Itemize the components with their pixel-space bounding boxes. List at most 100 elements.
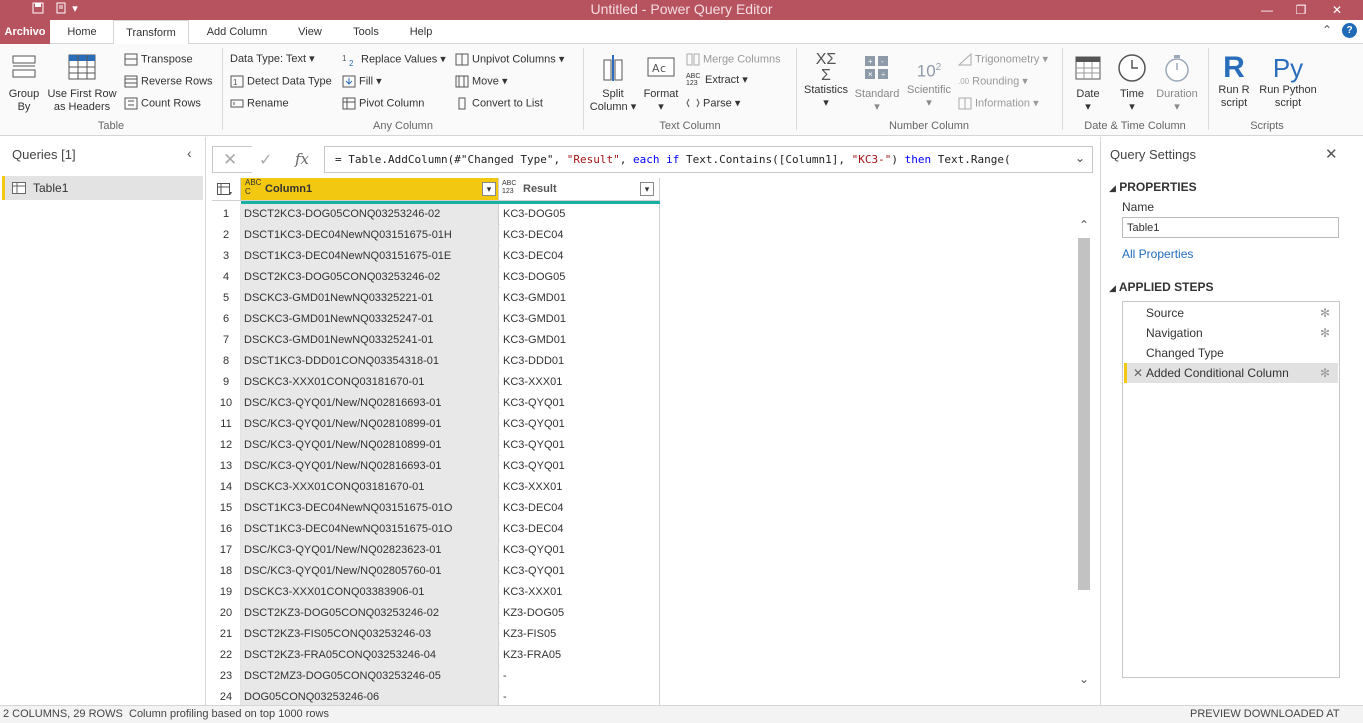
cancel-icon[interactable]: ✕ bbox=[223, 150, 237, 170]
row-number[interactable]: 22 bbox=[212, 645, 241, 666]
table-row[interactable]: 6 DSCKC3-GMD01NewNQ03325247-01 KC3-GMD01 bbox=[212, 309, 660, 330]
cell-result[interactable]: KC3-QYQ01 bbox=[500, 414, 660, 435]
table-row[interactable]: 19 DSCKC3-XXX01CONQ03383906-01 KC3-XXX01 bbox=[212, 582, 660, 603]
tab-view[interactable]: View bbox=[288, 20, 332, 44]
query-name-input[interactable] bbox=[1122, 217, 1339, 238]
scientific-button[interactable]: 102 Scientific ▾ bbox=[903, 52, 955, 110]
cell-result[interactable]: KC3-XXX01 bbox=[500, 372, 660, 393]
cell-result[interactable]: KC3-GMD01 bbox=[500, 330, 660, 351]
collapse-pane-icon[interactable]: ‹ bbox=[187, 145, 192, 161]
cell-column1[interactable]: DSCT1KC3-DEC04NewNQ03151675-01O bbox=[241, 519, 499, 540]
format-button[interactable]: Ac Format ▾ bbox=[640, 52, 682, 114]
group-by-button[interactable]: Group By bbox=[4, 52, 44, 114]
cell-result[interactable]: KC3-DOG05 bbox=[500, 204, 660, 225]
filter-dropdown-icon[interactable]: ▾ bbox=[482, 182, 496, 196]
cell-result[interactable]: KC3-QYQ01 bbox=[500, 393, 660, 414]
cell-column1[interactable]: DSCT2MZ3-DOG05CONQ03253246-05 bbox=[241, 666, 499, 687]
gear-icon[interactable]: ✻ bbox=[1320, 323, 1330, 343]
cell-result[interactable]: KC3-DEC04 bbox=[500, 225, 660, 246]
cell-result[interactable]: KC3-GMD01 bbox=[500, 309, 660, 330]
table-row[interactable]: 12 DSC/KC3-QYQ01/New/NQ02810899-01 KC3-QYQ… bbox=[212, 435, 660, 456]
table-row[interactable]: 5 DSCKC3-GMD01NewNQ03325221-01 KC3-GMD01 bbox=[212, 288, 660, 309]
formula-input[interactable]: = Table.AddColumn(#"Changed Type", "Resu… bbox=[324, 146, 1093, 173]
gear-icon[interactable]: ✻ bbox=[1320, 303, 1330, 323]
table-row[interactable]: 24 DOG05CONQ03253246-06- bbox=[212, 687, 660, 705]
row-number[interactable]: 7 bbox=[212, 330, 241, 351]
row-number[interactable]: 8 bbox=[212, 351, 241, 372]
row-number[interactable]: 23 bbox=[212, 666, 241, 687]
row-number[interactable]: 9 bbox=[212, 372, 241, 393]
cell-column1[interactable]: DSCT2KC3-DOG05CONQ03253246-02 bbox=[241, 204, 499, 225]
row-number[interactable]: 24 bbox=[212, 687, 241, 705]
cell-result[interactable]: KC3-XXX01 bbox=[500, 477, 660, 498]
properties-section[interactable]: ◢ PROPERTIES bbox=[1109, 180, 1197, 194]
cell-result[interactable]: KC3-DEC04 bbox=[500, 246, 660, 267]
cell-column1[interactable]: DSC/KC3-QYQ01/New/NQ02816693-01 bbox=[241, 456, 499, 477]
cell-result[interactable]: KZ3-DOG05 bbox=[500, 603, 660, 624]
row-number[interactable]: 17 bbox=[212, 540, 241, 561]
cell-column1[interactable]: DSC/KC3-QYQ01/New/NQ02805760-01 bbox=[241, 561, 499, 582]
run-r-script-button[interactable]: R Run R script bbox=[1213, 52, 1255, 110]
cell-column1[interactable]: DSCKC3-XXX01CONQ03181670-01 bbox=[241, 372, 499, 393]
column-header-column1[interactable]: ABC C Column1 ▾ bbox=[241, 178, 499, 201]
cell-result[interactable]: KC3-QYQ01 bbox=[500, 456, 660, 477]
cell-result[interactable]: KC3-DEC04 bbox=[500, 498, 660, 519]
table-row[interactable]: 21 DSCT2KZ3-FIS05CONQ03253246-03 KZ3-FIS05 bbox=[212, 624, 660, 645]
restore-icon[interactable]: ❐ bbox=[1284, 0, 1318, 20]
table-row[interactable]: 17 DSC/KC3-QYQ01/New/NQ02823623-01 KC3-QYQ… bbox=[212, 540, 660, 561]
replace-values-button[interactable]: 1 2 Replace Values ▾ bbox=[342, 53, 446, 66]
cell-result[interactable]: KC3-DDD01 bbox=[500, 351, 660, 372]
parse-dropdown[interactable]: Parse ▾ bbox=[686, 97, 740, 110]
collapse-ribbon-icon[interactable]: ⌃ bbox=[1322, 23, 1332, 37]
table-row[interactable]: 18 DSC/KC3-QYQ01/New/NQ02805760-01 KC3-QYQ… bbox=[212, 561, 660, 582]
rename-button[interactable]: Rename bbox=[230, 97, 289, 110]
count-rows-button[interactable]: Count Rows bbox=[124, 97, 201, 110]
step-changed-type[interactable]: Changed Type bbox=[1124, 343, 1338, 363]
reverse-rows-button[interactable]: Reverse Rows bbox=[124, 75, 213, 88]
cell-column1[interactable]: DSCT1KC3-DEC04NewNQ03151675-01E bbox=[241, 246, 499, 267]
filter-dropdown-icon[interactable]: ▾ bbox=[640, 182, 654, 196]
row-number[interactable]: 2 bbox=[212, 225, 241, 246]
cell-column1[interactable]: DSC/KC3-QYQ01/New/NQ02823623-01 bbox=[241, 540, 499, 561]
cell-column1[interactable]: DSCKC3-GMD01NewNQ03325221-01 bbox=[241, 288, 499, 309]
use-first-row-button[interactable]: Use First Row as Headers bbox=[44, 52, 120, 114]
detect-data-type-button[interactable]: 1 Detect Data Type bbox=[230, 75, 332, 88]
scroll-down-icon[interactable]: ⌄ bbox=[1079, 672, 1089, 686]
row-number[interactable]: 20 bbox=[212, 603, 241, 624]
cell-column1[interactable]: DSCT1KC3-DDD01CONQ03354318-01 bbox=[241, 351, 499, 372]
cell-result[interactable]: KC3-DOG05 bbox=[500, 267, 660, 288]
cell-column1[interactable]: DSC/KC3-QYQ01/New/NQ02816693-01 bbox=[241, 393, 499, 414]
cell-column1[interactable]: DSCKC3-GMD01NewNQ03325247-01 bbox=[241, 309, 499, 330]
statistics-button[interactable]: XΣ Σ Statistics ▾ bbox=[801, 52, 851, 110]
expand-formula-icon[interactable]: ⌄ bbox=[1075, 151, 1085, 165]
all-properties-link[interactable]: All Properties bbox=[1122, 247, 1193, 261]
tab-tools[interactable]: Tools bbox=[342, 20, 390, 44]
row-number[interactable]: 16 bbox=[212, 519, 241, 540]
step-source[interactable]: Source ✻ bbox=[1124, 303, 1338, 323]
split-column-button[interactable]: Split Column ▾ bbox=[588, 52, 638, 114]
table-row[interactable]: 7 DSCKC3-GMD01NewNQ03325241-01 KC3-GMD01 bbox=[212, 330, 660, 351]
row-number[interactable]: 5 bbox=[212, 288, 241, 309]
fx-icon[interactable]: fx bbox=[295, 150, 309, 168]
row-number[interactable]: 19 bbox=[212, 582, 241, 603]
table-row[interactable]: 8 DSCT1KC3-DDD01CONQ03354318-01 KC3-DDD01 bbox=[212, 351, 660, 372]
rounding-dropdown[interactable]: .00 Rounding ▾ bbox=[958, 75, 1028, 88]
row-number[interactable]: 3 bbox=[212, 246, 241, 267]
confirm-icon[interactable]: ✓ bbox=[259, 150, 272, 170]
cell-column1[interactable]: DSCT2KZ3-FIS05CONQ03253246-03 bbox=[241, 624, 499, 645]
table-row[interactable]: 22 DSCT2KZ3-FRA05CONQ03253246-04 KZ3-FRA05 bbox=[212, 645, 660, 666]
close-window-icon[interactable]: ✕ bbox=[1320, 0, 1354, 20]
profiling-status[interactable]: Column profiling based on top 1000 rows bbox=[129, 706, 329, 723]
row-number[interactable]: 14 bbox=[212, 477, 241, 498]
fill-dropdown[interactable]: Fill ▾ bbox=[342, 75, 382, 88]
cell-result[interactable]: KC3-XXX01 bbox=[500, 582, 660, 603]
cell-result[interactable]: KZ3-FRA05 bbox=[500, 645, 660, 666]
cell-column1[interactable]: DOG05CONQ03253246-06 bbox=[241, 687, 499, 705]
cell-result[interactable]: KC3-QYQ01 bbox=[500, 435, 660, 456]
row-number[interactable]: 1 bbox=[212, 204, 241, 225]
query-item-table1[interactable]: Table1 bbox=[2, 176, 203, 200]
row-number[interactable]: 21 bbox=[212, 624, 241, 645]
applied-steps-section[interactable]: ◢ APPLIED STEPS bbox=[1109, 280, 1214, 294]
select-all-corner[interactable]: ▾ bbox=[212, 178, 241, 201]
row-number[interactable]: 12 bbox=[212, 435, 241, 456]
